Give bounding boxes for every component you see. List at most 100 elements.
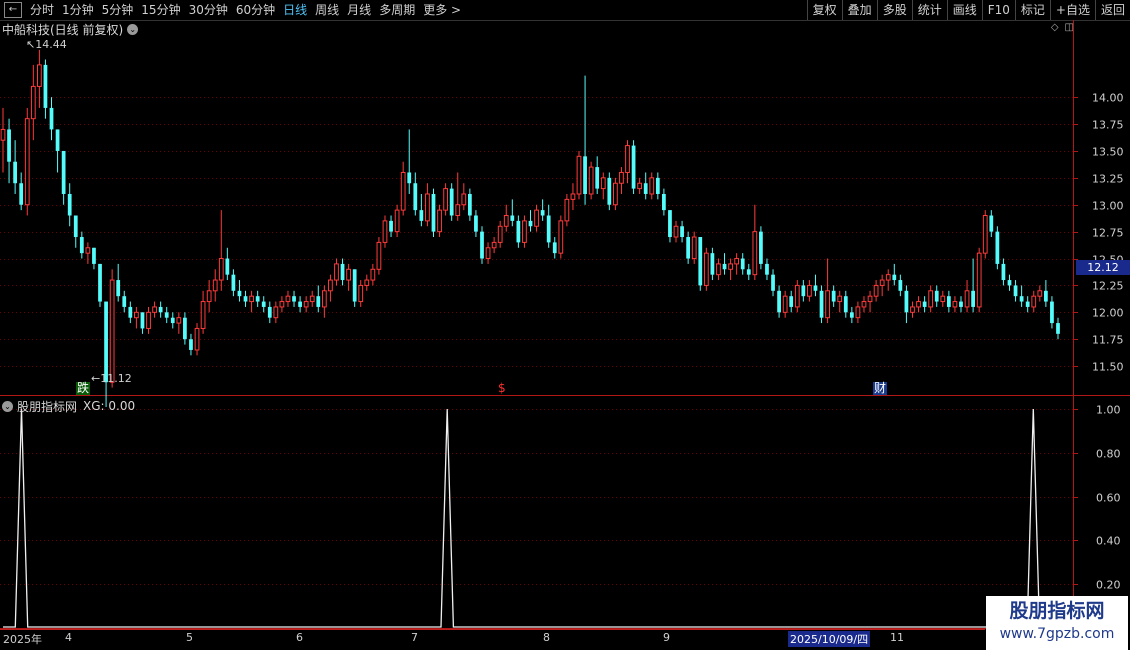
candle-body-down [995, 231, 1000, 264]
indicator-value: XG: 0.00 [83, 399, 136, 413]
candle-body-down [765, 263, 769, 275]
candle-body-down [474, 215, 478, 232]
candle-body-down [292, 296, 296, 302]
xg-signal-line [3, 408, 1058, 628]
candle-body-down [1050, 301, 1054, 324]
marker-cai[interactable]: 财 [873, 382, 888, 395]
candle-body-up [879, 279, 885, 286]
candle-body-up [358, 284, 364, 303]
candle-body-down [389, 220, 393, 232]
candle-body-down [237, 290, 242, 297]
candle-body-down [662, 193, 666, 211]
price-tick-label: 14.00 [1092, 92, 1124, 105]
candle-body-up [940, 295, 946, 303]
candle-body-down [55, 129, 60, 151]
kline-chart[interactable]: 14.0013.7513.5013.2513.0012.7512.5012.25… [0, 0, 1130, 650]
candle-body-down [710, 253, 715, 275]
candle-body-down [789, 296, 794, 307]
indicator-title: 股朋指标网 [17, 399, 78, 414]
candle-body-down [1043, 290, 1048, 302]
indicator-tick-label: 0.20 [1096, 579, 1121, 592]
candle-body-down [1019, 296, 1024, 302]
candle-body-down [19, 183, 24, 205]
candle-body-down [631, 145, 636, 189]
candle-body-down [552, 242, 557, 254]
candle-body-down [189, 339, 193, 350]
candle-body-down [170, 317, 175, 324]
candle-body-up [24, 118, 30, 206]
candle-body-up [619, 171, 624, 184]
price-tick-label: 13.25 [1092, 173, 1124, 186]
candle-body-down [316, 296, 321, 307]
candle-body-up [36, 64, 42, 87]
candle-body-down [92, 247, 96, 264]
candle-body-down [158, 306, 163, 313]
candle-body-up [285, 295, 291, 303]
marker-dollar[interactable]: $ [497, 382, 507, 395]
candle-body-up [218, 258, 224, 281]
candle-body-down [528, 220, 533, 227]
candle-body-down [934, 290, 939, 302]
price-tick-label: 12.75 [1092, 227, 1124, 240]
candle-body-up [364, 279, 370, 286]
candle-body-down [261, 301, 266, 307]
candle-body-down [595, 167, 600, 189]
candle-body-up [576, 155, 582, 195]
indicator-tick-label: 1.00 [1096, 404, 1121, 417]
indicator-tick-label: 0.60 [1096, 492, 1121, 505]
candle-body-down [898, 280, 903, 291]
candle-body-up [976, 252, 982, 308]
candle-body-up [982, 215, 988, 254]
candle-body-down [61, 150, 66, 194]
candle-body-up [109, 279, 115, 383]
high-price-label: ↖14.44 [26, 38, 67, 51]
candle-body-up [206, 290, 212, 303]
candle-body-up [916, 301, 921, 308]
candle-body-down [340, 263, 345, 281]
candle-body-down [771, 274, 775, 291]
indicator-tick-label: 0.40 [1096, 535, 1121, 548]
candle-body-down [243, 296, 248, 302]
candle-body-up [400, 171, 406, 211]
candle-body-down [831, 290, 836, 302]
candle-body-up [794, 284, 800, 308]
candle-body-up [134, 311, 139, 319]
candle-body-down [73, 215, 78, 238]
candle-body-up [716, 263, 721, 276]
candle-body-up [885, 274, 891, 281]
candle-body-down [813, 285, 818, 291]
candle-body-down [1013, 285, 1018, 297]
chevron-down-icon[interactable]: ⌄ [2, 400, 13, 412]
candle-body-down [759, 231, 763, 264]
candle-body-up [497, 225, 503, 243]
candle-body-up [837, 295, 843, 303]
candle-body-up [461, 193, 467, 206]
candle-body-up [485, 247, 491, 260]
candle-body-down [904, 290, 909, 313]
candle-body-up [328, 279, 333, 292]
date-label-apr: 4 [65, 631, 72, 644]
marker-die[interactable]: 跌 [76, 382, 91, 395]
candle-body-down [298, 301, 302, 307]
candle-body-down [116, 280, 121, 297]
candle-body-up [613, 182, 618, 206]
candle-body-down [686, 237, 691, 259]
candle-body-up [625, 145, 630, 173]
candle-body-up [867, 295, 873, 303]
candle-body-down [183, 317, 187, 340]
candle-body-down [225, 258, 230, 275]
current-price-badge: 12.12 [1076, 260, 1130, 275]
candle-body-down [79, 237, 84, 254]
candle-body-up [637, 182, 643, 190]
candle-body-up [443, 188, 448, 211]
candle-body-up [825, 290, 830, 319]
candle-body-down [1025, 301, 1030, 307]
indicator-header: ⌄ 股朋指标网 XG: 0.00 [2, 398, 135, 414]
candle-body-up [249, 295, 254, 303]
candle-body-down [231, 274, 236, 291]
candle-body-up [212, 279, 218, 292]
candle-body-down [583, 156, 587, 194]
watermark-title: 股朋指标网 [1009, 600, 1105, 622]
candle-body-down [516, 220, 521, 243]
candle-body-down [480, 231, 484, 259]
